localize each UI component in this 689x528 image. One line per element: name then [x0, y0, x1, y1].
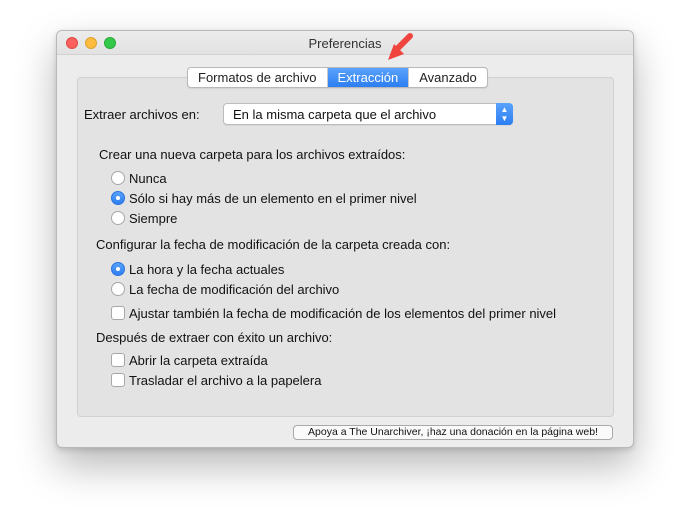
donate-button[interactable]: Apoya a The Unarchiver, ¡haz una donació…	[293, 425, 613, 440]
radio-hora-actual-label: La hora y la fecha actuales	[129, 262, 285, 277]
window-title: Preferencias	[308, 36, 382, 51]
tab-bar: Formatos de archivo Extracción Avanzado	[187, 67, 488, 88]
red-arrow-icon	[388, 33, 413, 60]
extract-to-label: Extraer archivos en:	[84, 107, 200, 122]
tab-avanzado[interactable]: Avanzado	[409, 68, 487, 87]
radio-solo-si[interactable]	[111, 191, 125, 205]
radio-nunca-label: Nunca	[129, 171, 167, 186]
radio-fecha-archivo-label: La fecha de modificación del archivo	[129, 282, 340, 297]
radio-fecha-archivo[interactable]	[111, 282, 125, 296]
checkbox-ajustar-fecha-label: Ajustar también la fecha de modificación…	[129, 306, 557, 321]
preferences-window: Preferencias Formatos de archivo Extracc…	[56, 30, 634, 448]
checkbox-trasladar-papelera[interactable]	[111, 373, 125, 387]
mod-date-heading: Configurar la fecha de modificación de l…	[96, 237, 451, 252]
titlebar: Preferencias	[57, 31, 633, 55]
tab-formatos[interactable]: Formatos de archivo	[188, 68, 328, 87]
checkbox-trasladar-papelera-label: Trasladar el archivo a la papelera	[129, 373, 322, 388]
extract-to-select[interactable]: En la misma carpeta que el archivo ▲ ▼	[223, 103, 513, 125]
checkbox-abrir-carpeta[interactable]	[111, 353, 125, 367]
radio-siempre[interactable]	[111, 211, 125, 225]
checkbox-abrir-carpeta-label: Abrir la carpeta extraída	[129, 353, 268, 368]
radio-solo-si-label: Sólo si hay más de un elemento en el pri…	[129, 191, 417, 206]
radio-hora-actual[interactable]	[111, 262, 125, 276]
after-extract-heading: Después de extraer con éxito un archivo:	[96, 330, 333, 345]
new-folder-heading: Crear una nueva carpeta para los archivo…	[99, 147, 406, 162]
tab-extraccion[interactable]: Extracción	[327, 68, 410, 87]
extract-to-value: En la misma carpeta que el archivo	[233, 107, 437, 122]
chevron-updown-icon: ▲ ▼	[496, 103, 513, 125]
checkbox-ajustar-fecha[interactable]	[111, 306, 125, 320]
radio-nunca[interactable]	[111, 171, 125, 185]
radio-siempre-label: Siempre	[129, 211, 178, 226]
